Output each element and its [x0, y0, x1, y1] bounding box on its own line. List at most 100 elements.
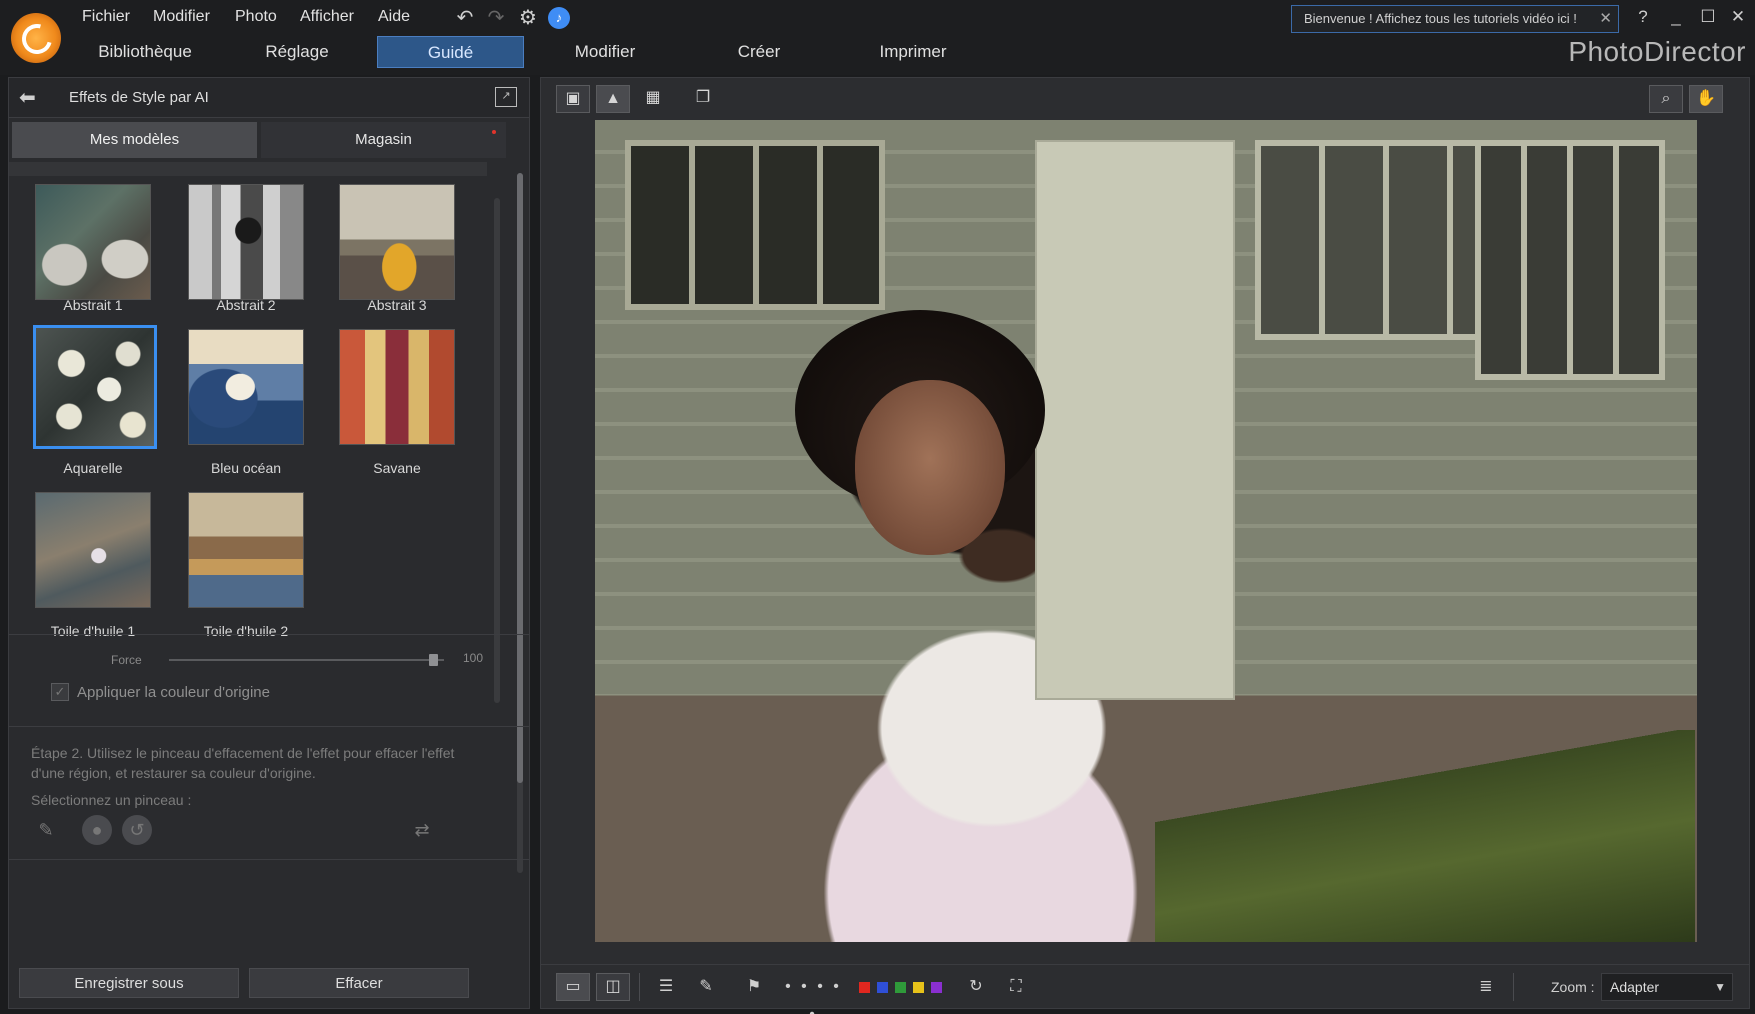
- divider: [639, 973, 640, 1001]
- menu-aide[interactable]: Aide: [378, 8, 410, 26]
- welcome-banner[interactable]: Bienvenue ! Affichez tous les tutoriels …: [1291, 5, 1619, 33]
- menu-afficher[interactable]: Afficher: [300, 8, 354, 26]
- compare-view-icon[interactable]: ▣: [556, 85, 590, 113]
- tab-imprimer[interactable]: Imprimer: [848, 36, 978, 68]
- round-brush-icon[interactable]: ●: [82, 815, 112, 845]
- single-view-icon[interactable]: ▲: [596, 85, 630, 113]
- tab-magasin-label: Magasin: [355, 131, 412, 148]
- panel-header: ⬅ Effets de Style par AI ↗: [9, 78, 529, 118]
- restore-brush-icon[interactable]: ↺: [122, 815, 152, 845]
- template-savane[interactable]: [339, 329, 455, 445]
- template-abstrait-1[interactable]: [35, 184, 151, 300]
- color-label-red[interactable]: [859, 982, 870, 993]
- zoom-label: Zoom :: [1551, 979, 1595, 995]
- template-label: Bleu océan: [210, 460, 282, 476]
- welcome-text[interactable]: Bienvenue ! Affichez tous les tutoriels …: [1304, 11, 1577, 26]
- menu-fichier[interactable]: Fichier: [82, 8, 130, 26]
- template-abstrait-2[interactable]: [188, 184, 304, 300]
- photo-viewer: ▣ ▲ ▦ ❐ ⌕ ✋ ▭ ◫ ☰ ✎ ⚑ • • • • • ↻ ⛶ ≣: [540, 77, 1750, 1014]
- app-logo-icon: [11, 13, 61, 63]
- window-close-icon[interactable]: ✕: [1728, 6, 1748, 28]
- tab-reglage[interactable]: Réglage: [232, 36, 362, 68]
- edit-pen-icon[interactable]: ✎: [691, 973, 721, 1001]
- panel-scrollbar[interactable]: [517, 173, 523, 873]
- redo-icon[interactable]: ↷: [484, 7, 508, 29]
- template-aquarelle[interactable]: [33, 325, 157, 449]
- color-label-purple[interactable]: [931, 982, 942, 993]
- color-label-blue[interactable]: [877, 982, 888, 993]
- template-label: Abstrait 1: [63, 297, 123, 313]
- undo-icon[interactable]: ↶: [453, 7, 477, 29]
- tab-guide[interactable]: Guidé: [377, 36, 524, 68]
- apply-original-color-label: Appliquer la couleur d'origine: [77, 684, 270, 701]
- template-toile-huile-1[interactable]: [35, 492, 151, 608]
- grid-view-icon[interactable]: ▦: [636, 85, 670, 113]
- brand-title: PhotoDirector: [1568, 36, 1746, 67]
- second-display-icon[interactable]: ❐: [686, 85, 720, 113]
- apply-original-color-checkbox[interactable]: ✓: [51, 683, 69, 701]
- tab-creer[interactable]: Créer: [694, 36, 824, 68]
- gear-icon[interactable]: ⚙: [516, 7, 540, 29]
- grid-scrollbar[interactable]: [494, 198, 500, 703]
- help-icon[interactable]: ?: [1633, 6, 1653, 28]
- edited-photo[interactable]: [595, 120, 1697, 942]
- flag-icon[interactable]: ⚑: [739, 973, 769, 1001]
- maximize-icon[interactable]: ☐: [1698, 6, 1718, 28]
- photo-door: [1035, 140, 1235, 700]
- divider: [9, 859, 529, 860]
- swap-icon[interactable]: ⇄: [407, 815, 437, 845]
- popout-icon[interactable]: ↗: [495, 87, 517, 107]
- viewer-bottom-bar: ▭ ◫ ☰ ✎ ⚑ • • • • • ↻ ⛶ ≣ Zoom : Adapter…: [541, 964, 1749, 1014]
- rotate-icon[interactable]: ↻: [961, 973, 991, 1001]
- viewer-toolbar: ▣ ▲ ▦ ❐ ⌕ ✋: [541, 78, 1749, 120]
- display-options-icon[interactable]: ≣: [1471, 973, 1501, 1001]
- bell-icon[interactable]: ♪: [548, 7, 570, 29]
- divider: [9, 726, 529, 727]
- back-arrow-icon[interactable]: ⬅: [19, 88, 47, 108]
- template-abstrait-3[interactable]: [339, 184, 455, 300]
- style-effects-panel: ⬅ Effets de Style par AI ↗ Mes modèles M…: [8, 77, 530, 1009]
- crop-icon[interactable]: ⛶: [1001, 973, 1031, 1001]
- template-toile-huile-2[interactable]: [188, 492, 304, 608]
- close-icon[interactable]: ✕: [1599, 6, 1612, 32]
- erase-brush-icon[interactable]: ✎: [31, 815, 61, 845]
- rating-dots[interactable]: • • • • •: [781, 973, 846, 1014]
- template-label: Savane: [373, 460, 421, 476]
- tab-modifier[interactable]: Modifier: [540, 36, 670, 68]
- force-slider-handle[interactable]: [429, 654, 438, 666]
- force-label: Force: [111, 653, 142, 667]
- template-bleu-ocean[interactable]: [188, 329, 304, 445]
- chevron-down-icon[interactable]: ▼: [1714, 974, 1726, 1000]
- single-photo-view-icon[interactable]: ▭: [556, 973, 590, 1001]
- menu-photo[interactable]: Photo: [235, 8, 277, 26]
- grid-top-strip: [9, 162, 487, 176]
- force-slider[interactable]: [169, 659, 444, 661]
- minimize-icon[interactable]: _: [1666, 6, 1686, 28]
- clear-button[interactable]: Effacer: [249, 968, 469, 998]
- divider: [9, 634, 529, 635]
- template-label: Abstrait 3: [367, 297, 427, 313]
- template-label: Toile d'huile 1: [50, 623, 136, 639]
- zoom-tool-icon[interactable]: ⌕: [1649, 85, 1683, 113]
- tab-mes-modeles[interactable]: Mes modèles: [12, 122, 257, 158]
- color-label-yellow[interactable]: [913, 982, 924, 993]
- divider: [1513, 973, 1514, 1001]
- color-label-green[interactable]: [895, 982, 906, 993]
- photo-window-left: [625, 140, 885, 310]
- force-value: 100: [463, 651, 484, 665]
- template-label: Toile d'huile 2: [203, 623, 289, 639]
- save-as-button[interactable]: Enregistrer sous: [19, 968, 239, 998]
- rotate-list-icon[interactable]: ☰: [651, 973, 681, 1001]
- tab-bibliotheque[interactable]: Bibliothèque: [80, 36, 210, 68]
- pan-tool-icon[interactable]: ✋: [1689, 85, 1723, 113]
- zoom-select[interactable]: Adapter ▼: [1601, 973, 1733, 1001]
- tab-magasin[interactable]: Magasin: [261, 122, 506, 158]
- menu-modifier[interactable]: Modifier: [153, 8, 210, 26]
- photo-grass: [1155, 730, 1695, 942]
- photo-canvas[interactable]: [541, 120, 1749, 960]
- title-bar: Fichier Modifier Photo Afficher Aide ↶ ↷…: [0, 0, 1755, 75]
- brush-select-label: Sélectionnez un pinceau :: [31, 792, 192, 808]
- side-by-side-view-icon[interactable]: ◫: [596, 973, 630, 1001]
- panel-title: Effets de Style par AI: [69, 89, 209, 106]
- photo-window-far-right: [1475, 140, 1665, 380]
